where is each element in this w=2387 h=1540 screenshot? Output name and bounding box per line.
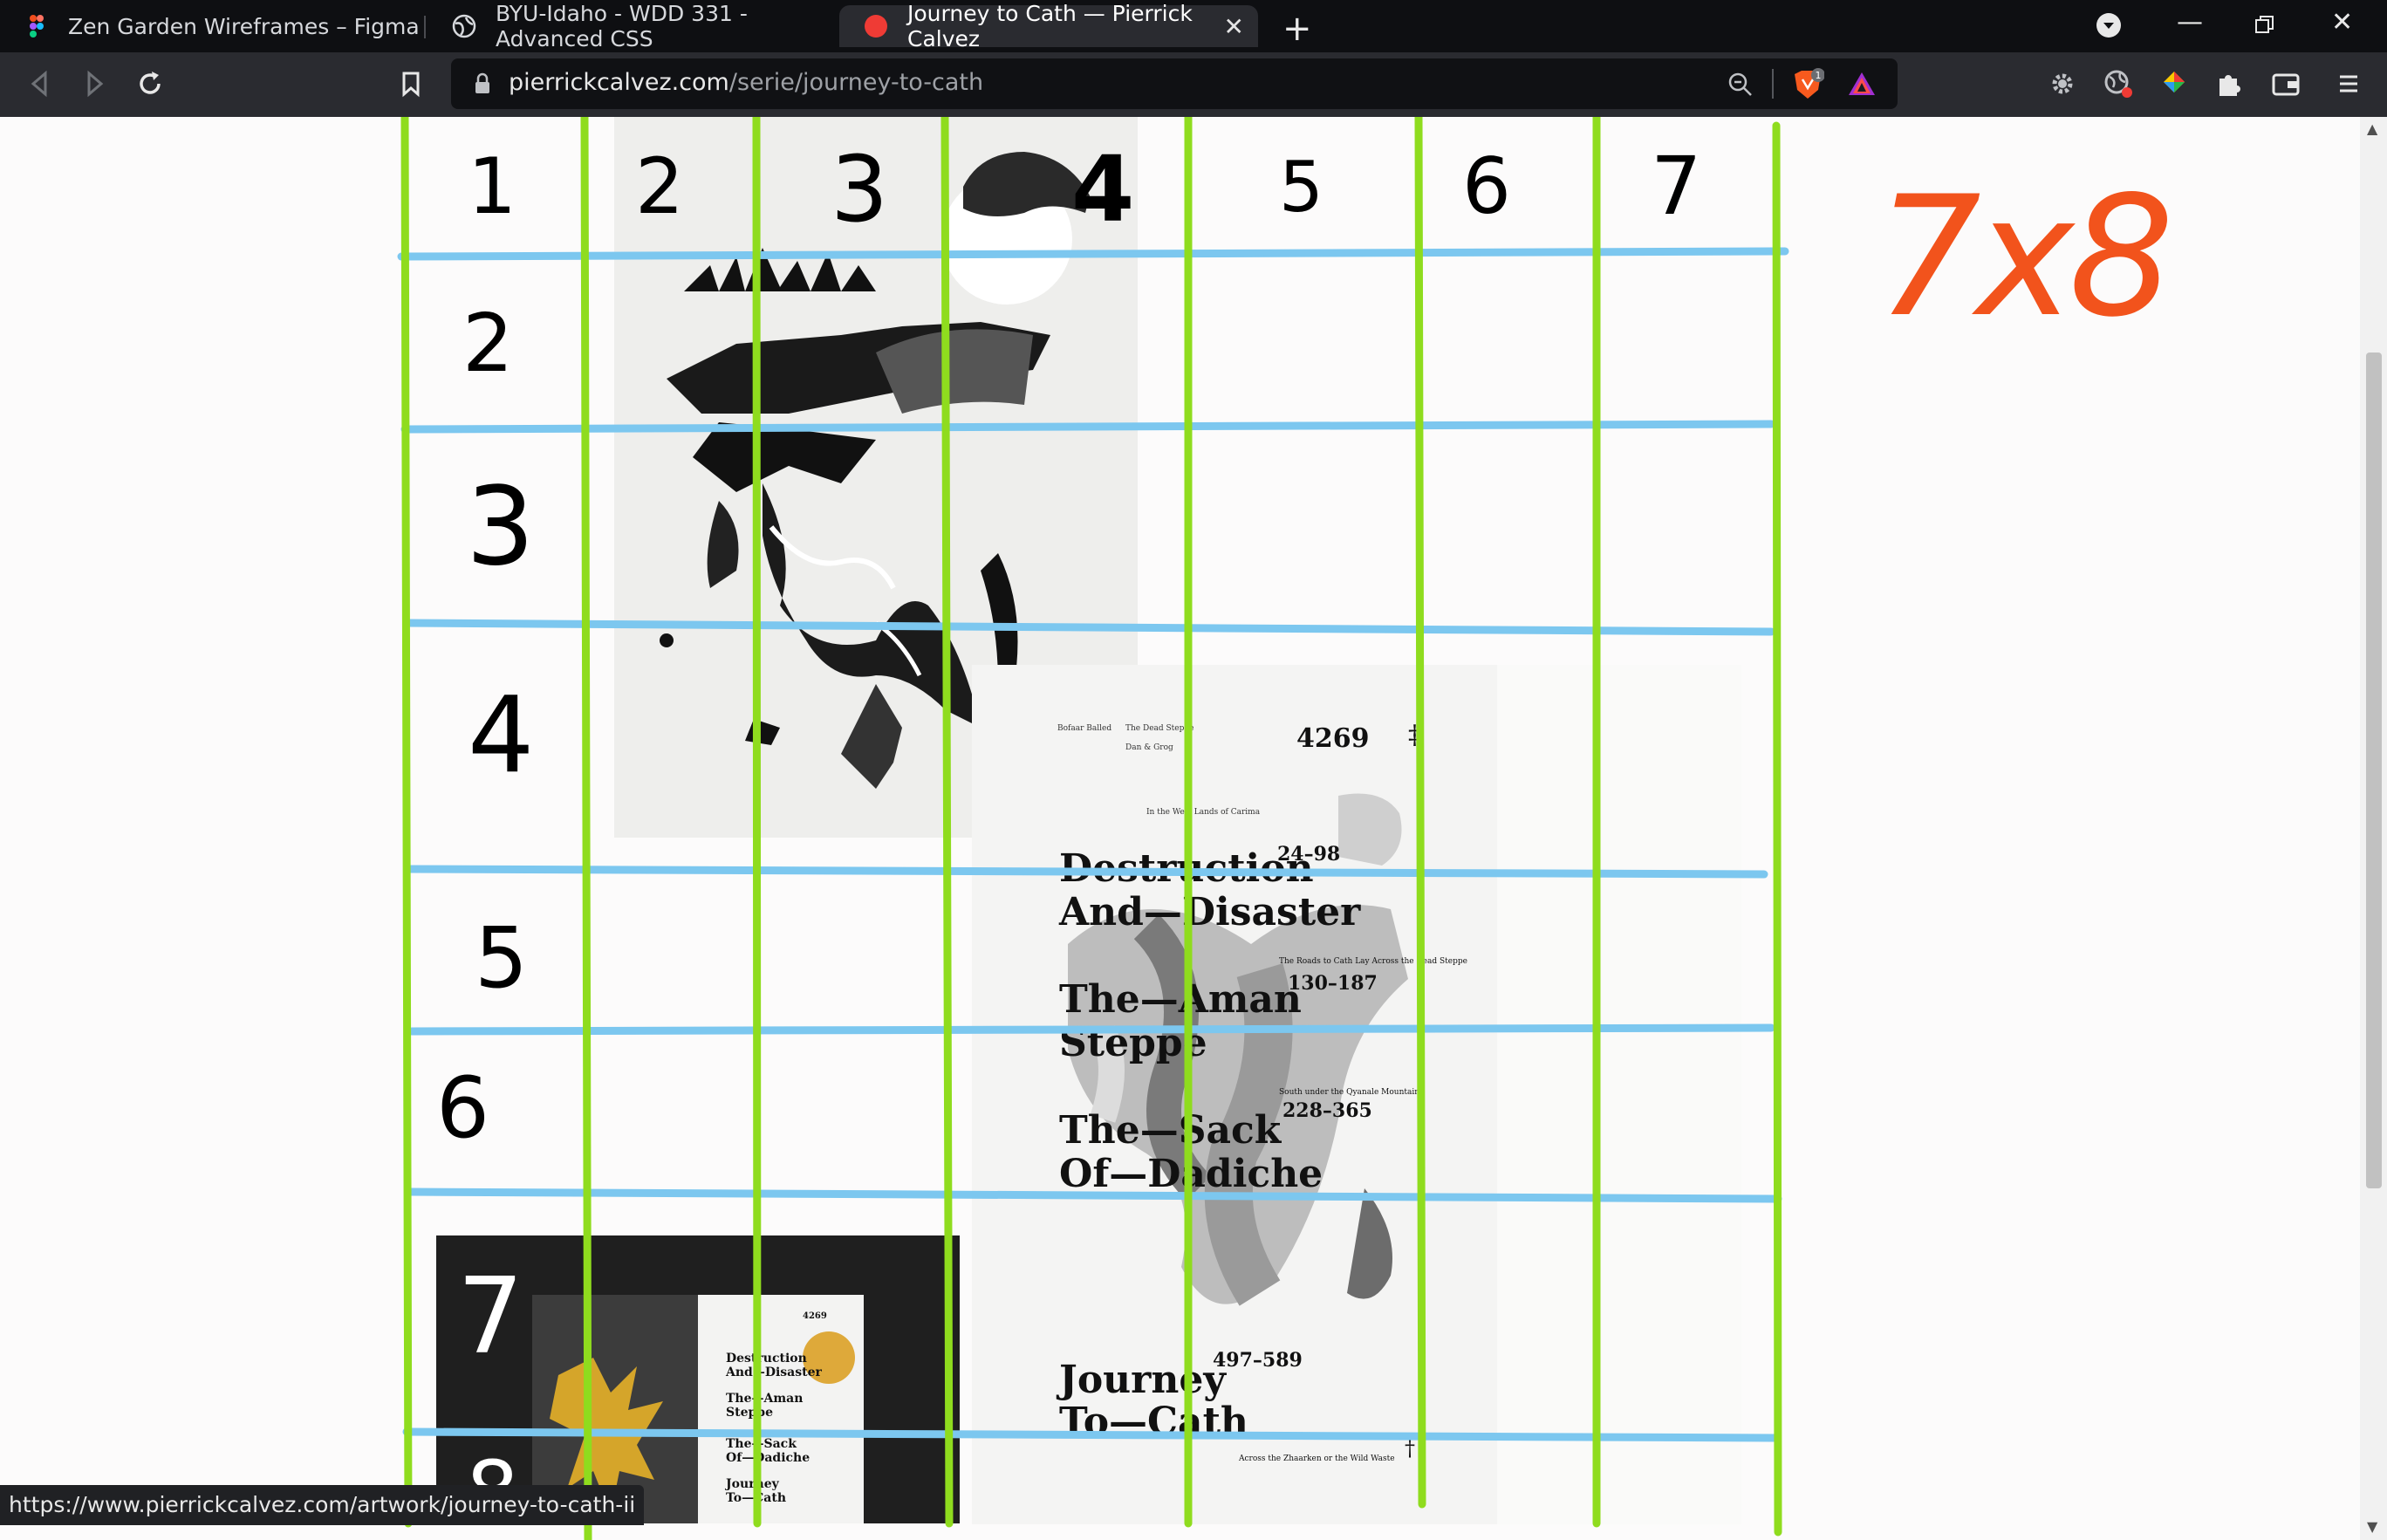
grid-size-label: 7x8 (1876, 161, 2174, 353)
browser-toolbar: pierrickcalvez.com/serie/journey-to-cath… (0, 52, 2387, 117)
tab-title: Zen Garden Wireframes – Figma (68, 13, 420, 39)
settings-gear-icon[interactable] (2042, 63, 2083, 105)
row-label-6: 6 (436, 1059, 490, 1157)
url-host: pierrickcalvez.com (509, 69, 729, 96)
minimize-icon[interactable]: — (2177, 7, 2203, 38)
address-bar[interactable]: pierrickcalvez.com/serie/journey-to-cath… (451, 58, 1898, 109)
wallet-icon[interactable] (2265, 63, 2307, 105)
v-grid-line (940, 117, 954, 1528)
link-status-bubble: https://www.pierrickcalvez.com/artwork/j… (0, 1485, 645, 1525)
column-label-6: 6 (1462, 141, 1511, 231)
column-label-1: 1 (468, 141, 516, 231)
column-label-2: 2 (635, 141, 684, 231)
zoom-out-icon[interactable] (1727, 71, 1754, 99)
url-path: /serie/journey-to-cath (728, 69, 984, 96)
restore-icon[interactable] (2254, 14, 2275, 35)
row-label-2: 2 (462, 297, 514, 390)
scroll-down-icon[interactable]: ▼ (2367, 1518, 2377, 1535)
color-picker-icon[interactable] (2153, 63, 2195, 105)
lock-icon[interactable] (474, 72, 491, 95)
h-grid-line (402, 1427, 1779, 1442)
new-tab-button[interactable]: + (1282, 9, 1312, 49)
horizontal-grid-lines (397, 247, 1789, 1442)
bookmark-icon[interactable] (390, 63, 432, 105)
tab-title: Journey to Cath — Pierrick Calvez (907, 1, 1193, 51)
v-grid-line (580, 117, 592, 1540)
h-grid-line (400, 420, 1775, 434)
v-grid-line (400, 117, 413, 1528)
url-text[interactable]: pierrickcalvez.com/serie/journey-to-cath (509, 69, 983, 96)
row-label-4: 4 (468, 675, 535, 797)
tab-divider (424, 16, 426, 38)
url-divider (1772, 69, 1774, 99)
back-icon[interactable] (19, 63, 61, 105)
close-tab-icon[interactable]: ✕ (1224, 12, 1244, 41)
reload-icon[interactable] (129, 63, 171, 105)
h-grid-line (402, 619, 1775, 636)
page-scrollbar[interactable]: ▲ ▼ (2360, 117, 2387, 1540)
tab-byui[interactable]: BYU-Idaho - WDD 331 - Advanced CSS (427, 5, 838, 47)
column-label-7: 7 (1651, 140, 1702, 233)
h-grid-line (406, 865, 1768, 879)
h-grid-line (407, 1023, 1775, 1036)
page-viewport: Bofaar Balled The Dead Steppe Dan & Grog… (0, 117, 2360, 1540)
tab-figma[interactable]: Zen Garden Wireframes – Figma (0, 5, 426, 47)
tab-search-icon[interactable] (2096, 12, 2122, 38)
column-label-5: 5 (1279, 147, 1323, 228)
close-window-icon[interactable]: ✕ (2331, 7, 2353, 38)
column-label-3: 3 (831, 136, 889, 243)
v-grid-line (1772, 121, 1782, 1537)
brave-rewards-icon[interactable] (1847, 71, 1877, 97)
h-grid-line (406, 1188, 1782, 1203)
menu-icon[interactable] (2328, 63, 2370, 105)
site-favicon-icon (865, 15, 887, 38)
tab-journey-to-cath[interactable]: Journey to Cath — Pierrick Calvez ✕ (839, 1, 1258, 51)
tab-title: BYU-Idaho - WDD 331 - Advanced CSS (496, 5, 748, 47)
vpn-globe-icon[interactable] (2097, 63, 2139, 105)
figma-icon (30, 15, 44, 38)
globe-icon (452, 14, 476, 38)
forward-icon[interactable] (73, 63, 115, 105)
row-label-3: 3 (466, 464, 535, 590)
brave-shield-icon[interactable]: 1 (1791, 67, 1824, 102)
v-grid-line (1414, 117, 1426, 1509)
extensions-puzzle-icon[interactable] (2209, 63, 2251, 105)
h-grid-line (397, 247, 1789, 261)
vertical-grid-lines (400, 117, 1782, 1540)
row-label-5: 5 (475, 909, 529, 1007)
scroll-up-icon[interactable]: ▲ (2367, 120, 2377, 137)
tab-strip: Zen Garden Wireframes – Figma BYU-Idaho … (0, 0, 2387, 52)
shield-badge-count: 1 (1816, 70, 1822, 81)
v-grid-line (752, 117, 762, 1528)
column-label-4: 4 (1071, 136, 1135, 243)
row-label-7: 7 (457, 1256, 524, 1378)
scroll-thumb[interactable] (2366, 352, 2382, 1188)
